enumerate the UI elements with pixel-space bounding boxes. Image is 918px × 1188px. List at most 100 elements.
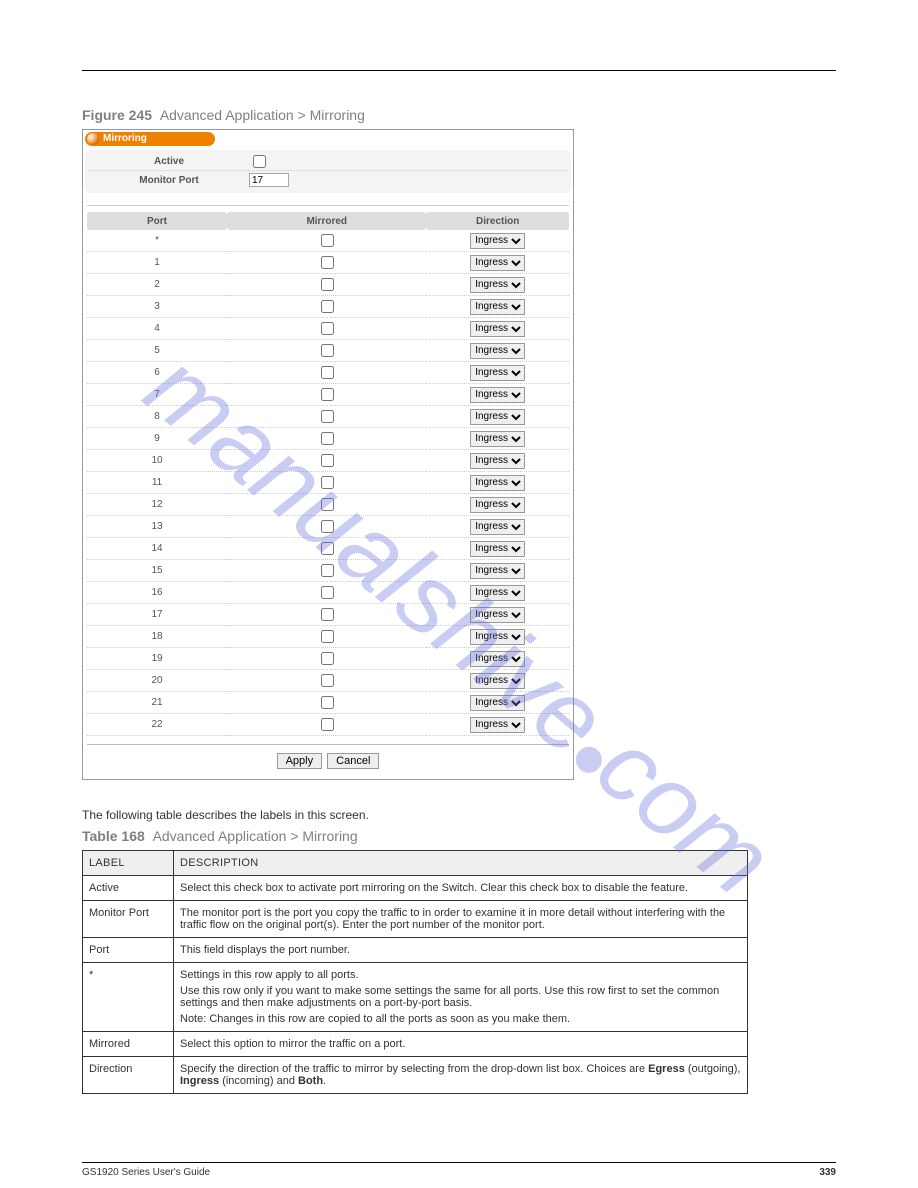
table-row: 4Ingress xyxy=(87,318,569,340)
doc-label-cell: Mirrored xyxy=(83,1032,174,1057)
mirrored-checkbox[interactable] xyxy=(321,388,334,401)
active-checkbox[interactable] xyxy=(253,155,266,168)
doc-table-row: Monitor PortThe monitor port is the port… xyxy=(83,901,748,938)
port-cell: 1 xyxy=(87,252,227,274)
mirrored-checkbox[interactable] xyxy=(321,256,334,269)
doc-label-cell: Monitor Port xyxy=(83,901,174,938)
direction-select[interactable]: Ingress xyxy=(470,321,525,337)
port-cell: 17 xyxy=(87,604,227,626)
mirrored-checkbox[interactable] xyxy=(321,278,334,291)
direction-select[interactable]: Ingress xyxy=(470,387,525,403)
table-row: 18Ingress xyxy=(87,626,569,648)
port-cell: 8 xyxy=(87,406,227,428)
direction-select[interactable]: Ingress xyxy=(470,409,525,425)
mirrored-checkbox[interactable] xyxy=(321,542,334,555)
direction-select[interactable]: Ingress xyxy=(470,277,525,293)
section-title-text: Mirroring xyxy=(103,133,147,144)
mirrored-checkbox[interactable] xyxy=(321,366,334,379)
mirrored-cell xyxy=(227,692,426,714)
doc-label-cell: Active xyxy=(83,876,174,901)
direction-select[interactable]: Ingress xyxy=(470,497,525,513)
direction-cell: Ingress xyxy=(426,340,569,362)
mirrored-checkbox[interactable] xyxy=(321,520,334,533)
mirrored-checkbox[interactable] xyxy=(321,674,334,687)
port-cell: 2 xyxy=(87,274,227,296)
direction-select[interactable]: Ingress xyxy=(470,717,525,733)
direction-select[interactable]: Ingress xyxy=(470,585,525,601)
table-row: * Ingress xyxy=(87,230,569,252)
mirrored-cell xyxy=(227,494,426,516)
doc-desc-line: This field displays the port number. xyxy=(180,944,741,956)
direction-select[interactable]: Ingress xyxy=(470,453,525,469)
direction-select[interactable]: Ingress xyxy=(470,541,525,557)
table-row: 6Ingress xyxy=(87,362,569,384)
direction-select[interactable]: Ingress xyxy=(470,651,525,667)
port-cell: 3 xyxy=(87,296,227,318)
active-row: Active xyxy=(89,152,567,171)
mirrored-checkbox[interactable] xyxy=(321,696,334,709)
direction-select[interactable]: Ingress xyxy=(470,695,525,711)
mirrored-checkbox[interactable] xyxy=(321,300,334,313)
mirrored-checkbox[interactable] xyxy=(321,432,334,445)
port-cell: 7 xyxy=(87,384,227,406)
mirrored-checkbox[interactable] xyxy=(321,630,334,643)
direction-select[interactable]: Ingress xyxy=(470,629,525,645)
doc-table-row: MirroredSelect this option to mirror the… xyxy=(83,1032,748,1057)
doc-table-title: Table 168 Advanced Application > Mirrori… xyxy=(82,828,836,844)
mirrored-checkbox[interactable] xyxy=(321,344,334,357)
direction-select[interactable]: Ingress xyxy=(470,431,525,447)
header-rule xyxy=(82,70,836,71)
mirrored-checkbox[interactable] xyxy=(321,498,334,511)
mirrored-checkbox[interactable] xyxy=(321,410,334,423)
table-row: 22Ingress xyxy=(87,714,569,736)
mirrored-checkbox[interactable] xyxy=(321,586,334,599)
monitor-port-input[interactable] xyxy=(249,173,289,187)
mirrored-checkbox[interactable] xyxy=(321,322,334,335)
direction-select[interactable]: Ingress xyxy=(470,255,525,271)
mirrored-checkbox[interactable] xyxy=(321,476,334,489)
mirrored-cell xyxy=(227,384,426,406)
direction-cell: Ingress xyxy=(426,494,569,516)
ports-table: Port Mirrored Direction *Ingress1Ingress… xyxy=(87,212,569,736)
doc-table-caption: Advanced Application > Mirroring xyxy=(153,828,358,844)
mirrored-checkbox[interactable] xyxy=(321,454,334,467)
col-header-direction: Direction xyxy=(426,212,569,230)
port-cell: 20 xyxy=(87,670,227,692)
config-box: Active Monitor Port xyxy=(85,150,571,193)
direction-select[interactable]: Ingress xyxy=(470,475,525,491)
mirrored-cell xyxy=(227,450,426,472)
table-row: 10Ingress xyxy=(87,450,569,472)
direction-select[interactable]: Ingress xyxy=(470,519,525,535)
direction-select[interactable]: Ingress xyxy=(470,607,525,623)
table-row: 17 Ingress xyxy=(87,604,569,626)
table-row: 16Ingress xyxy=(87,582,569,604)
mirrored-checkbox[interactable] xyxy=(321,564,334,577)
doc-label-cell: Direction xyxy=(83,1057,174,1094)
direction-select[interactable]: Ingress xyxy=(470,343,525,359)
direction-select[interactable]: Ingress xyxy=(470,673,525,689)
mirrored-checkbox[interactable] xyxy=(321,608,334,621)
doc-table-row: ActiveSelect this check box to activate … xyxy=(83,876,748,901)
direction-cell: Ingress xyxy=(426,516,569,538)
table-row: 7 Ingress xyxy=(87,384,569,406)
divider-bottom xyxy=(87,744,569,745)
mirrored-checkbox[interactable] xyxy=(321,718,334,731)
port-cell: * xyxy=(87,230,227,252)
direction-cell: Ingress xyxy=(426,318,569,340)
doc-table-row: PortThis field displays the port number. xyxy=(83,938,748,963)
direction-cell: Ingress xyxy=(426,252,569,274)
direction-cell: Ingress xyxy=(426,406,569,428)
mirrored-cell xyxy=(227,604,426,626)
mirrored-checkbox[interactable] xyxy=(321,652,334,665)
mirrored-checkbox[interactable] xyxy=(321,234,334,247)
direction-select[interactable]: Ingress xyxy=(470,563,525,579)
direction-select[interactable]: Ingress xyxy=(470,365,525,381)
apply-button[interactable]: Apply xyxy=(277,753,323,769)
direction-select[interactable]: Ingress xyxy=(470,299,525,315)
table-row: 15Ingress xyxy=(87,560,569,582)
doc-table-header-row: LABEL DESCRIPTION xyxy=(83,851,748,876)
mirrored-cell xyxy=(227,362,426,384)
cancel-button[interactable]: Cancel xyxy=(327,753,379,769)
direction-select[interactable]: Ingress xyxy=(470,233,525,249)
divider xyxy=(87,205,569,206)
